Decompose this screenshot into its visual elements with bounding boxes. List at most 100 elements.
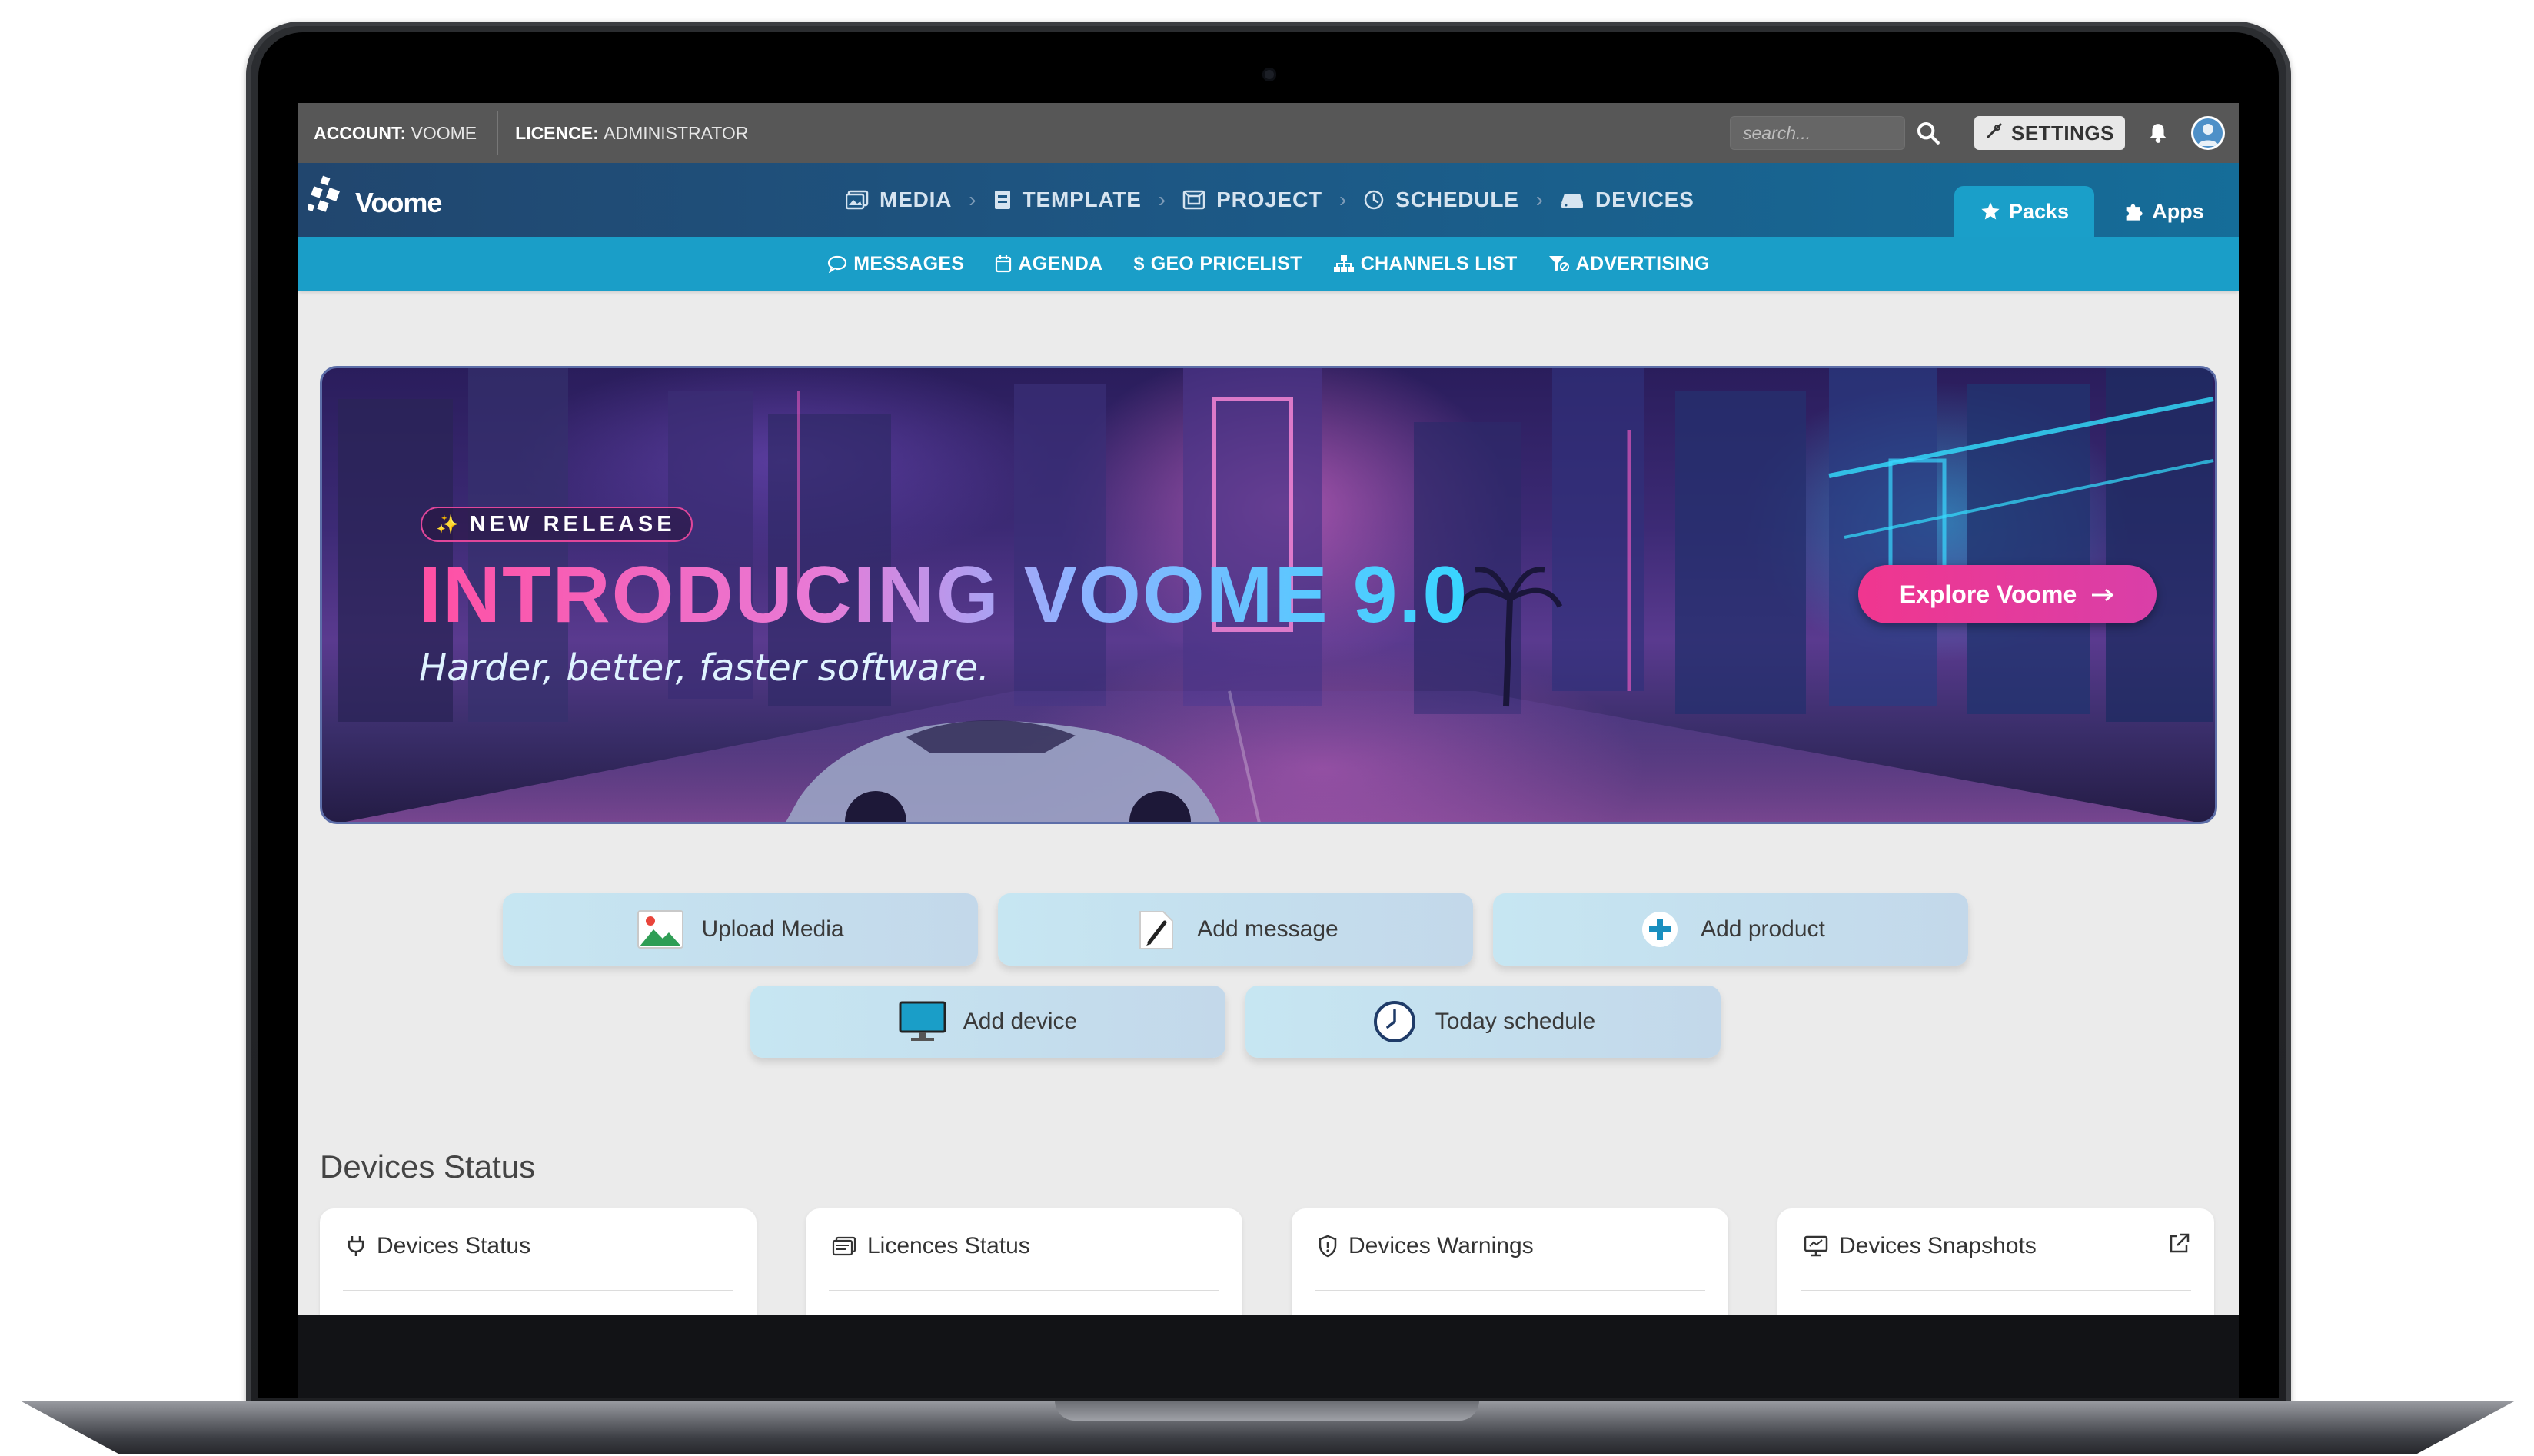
- upload-media-label: Upload Media: [701, 916, 844, 942]
- account-info: ACCOUNT: VOOME: [314, 111, 499, 155]
- licence-info: LICENCE: ADMINISTRATOR: [498, 123, 748, 144]
- licences-status-card: Licences Status: [806, 1208, 1242, 1315]
- tab-apps-label: Apps: [2152, 199, 2204, 223]
- subnav-agenda[interactable]: AGENDA: [995, 253, 1102, 275]
- clock-icon: [1371, 998, 1418, 1045]
- subnav-agenda-label: AGENDA: [1018, 252, 1103, 274]
- nav-devices-label: DEVICES: [1595, 188, 1694, 211]
- subnav-messages-label: MESSAGES: [853, 252, 965, 274]
- chevron-right-icon: ›: [1535, 188, 1544, 211]
- image-icon: [846, 190, 869, 210]
- sitemap-icon: [1333, 255, 1354, 272]
- card-title: Licences Status: [867, 1233, 1030, 1258]
- nav-project[interactable]: PROJECT: [1182, 188, 1322, 212]
- voome-logo-icon: [308, 175, 340, 212]
- settings-label: SETTINGS: [2010, 121, 2114, 145]
- monitor-icon: [899, 998, 946, 1045]
- explore-button-label: Explore Voome: [1899, 580, 2077, 608]
- dollar-icon: $: [1133, 252, 1145, 274]
- hero-title: INTRODUCING VOOME 9.0: [419, 550, 1469, 640]
- bell-icon[interactable]: [2147, 122, 2170, 144]
- clock-icon: [1365, 190, 1384, 210]
- card-title: Devices Snapshots: [1839, 1233, 2037, 1258]
- app-screen: ACCOUNT: VOOME LICENCE: ADMINISTRATOR se…: [298, 103, 2239, 1315]
- device-icon: [1561, 194, 1584, 208]
- tab-packs[interactable]: Packs: [1954, 186, 2094, 237]
- subnav-geo-pricelist-label: GEO PRICELIST: [1150, 252, 1302, 274]
- add-product-button[interactable]: Add product: [1493, 893, 1968, 966]
- add-device-label: Add device: [963, 1009, 1078, 1034]
- subnav-geo-pricelist[interactable]: $ GEO PRICELIST: [1133, 253, 1302, 275]
- puzzle-icon: [2126, 204, 2143, 221]
- explore-voome-button[interactable]: Explore Voome: [1858, 565, 2157, 623]
- monitor-icon: [1804, 1235, 1828, 1257]
- devices-warnings-card: Devices Warnings: [1292, 1208, 1728, 1315]
- shield-icon: [1319, 1235, 1337, 1258]
- devices-status-heading: Devices Status: [320, 1149, 536, 1185]
- project-icon: [1182, 190, 1205, 210]
- subnav-channels-list[interactable]: CHANNELS LIST: [1333, 253, 1518, 275]
- chevron-right-icon: ›: [969, 188, 976, 211]
- tab-packs-label: Packs: [2008, 199, 2070, 223]
- plug-icon: [348, 1236, 364, 1256]
- nav-media[interactable]: MEDIA: [846, 188, 952, 212]
- subnav-advertising[interactable]: ADVERTISING: [1548, 253, 1710, 275]
- sparkles-icon: ✨: [436, 514, 459, 535]
- search-icon[interactable]: [1905, 116, 1951, 150]
- chevron-right-icon: ›: [1158, 188, 1166, 211]
- add-product-label: Add product: [1701, 916, 1825, 942]
- nav-template[interactable]: TEMPLATE: [993, 188, 1142, 212]
- today-schedule-button[interactable]: Today schedule: [1245, 986, 1721, 1058]
- star-icon: [1981, 202, 2000, 220]
- badge-label: NEW RELEASE: [469, 511, 676, 537]
- today-schedule-label: Today schedule: [1435, 1009, 1596, 1034]
- pencil-icon: [1132, 906, 1180, 953]
- arrow-right-icon: [2090, 580, 2115, 609]
- upload-media-button[interactable]: Upload Media: [503, 893, 978, 966]
- card-title: Devices Status: [377, 1233, 531, 1258]
- card-title: Devices Warnings: [1348, 1233, 1534, 1258]
- search-input[interactable]: search...: [1729, 116, 1905, 150]
- account-value: VOOME: [411, 122, 477, 143]
- search-placeholder: search...: [1742, 122, 1811, 143]
- brand-name: Voome: [355, 187, 442, 218]
- add-message-label: Add message: [1197, 916, 1338, 942]
- licence-label: LICENCE:: [515, 122, 599, 143]
- licence-value: ADMINISTRATOR: [604, 122, 749, 143]
- account-label: ACCOUNT:: [314, 122, 407, 143]
- chat-bubble-icon: [828, 255, 847, 273]
- licence-icon: [832, 1236, 856, 1256]
- laptop-hinge-notch: [1055, 1401, 1479, 1421]
- laptop-bottom-bezel: [298, 1315, 2239, 1398]
- devices-status-card: Devices Status: [320, 1208, 757, 1315]
- devices-snapshots-card: Devices Snapshots: [1777, 1208, 2214, 1315]
- brand-logo[interactable]: Voome: [308, 174, 442, 221]
- tools-icon: [1985, 121, 2004, 145]
- external-link-icon[interactable]: [2167, 1232, 2191, 1260]
- hero-subtitle: Harder, better, faster software.: [419, 647, 990, 690]
- add-device-button[interactable]: Add device: [750, 986, 1225, 1058]
- nav-devices[interactable]: DEVICES: [1560, 188, 1694, 212]
- main-nav: MEDIA › TEMPLATE › PROJECT › SCHEDULE › …: [846, 163, 1694, 237]
- funnel-icon: [1548, 256, 1569, 271]
- main-navbar: Voome MEDIA › TEMPLATE › PROJECT › SCHED…: [298, 163, 2239, 237]
- account-bar: ACCOUNT: VOOME LICENCE: ADMINISTRATOR se…: [298, 103, 2239, 163]
- calendar-icon: [996, 255, 1012, 273]
- landscape-image-icon: [637, 906, 684, 953]
- hero-banner: ✨ NEW RELEASE INTRODUCING VOOME 9.0 Hard…: [320, 366, 2217, 824]
- avatar[interactable]: [2191, 116, 2225, 150]
- subnav-messages[interactable]: MESSAGES: [827, 253, 964, 275]
- sub-navbar: MESSAGES AGENDA $ GEO PRICELIST CHANNELS…: [298, 237, 2239, 291]
- camera-icon: [1262, 68, 1276, 81]
- nav-media-label: MEDIA: [880, 188, 953, 211]
- chevron-right-icon: ›: [1338, 188, 1347, 211]
- new-release-badge: ✨ NEW RELEASE: [421, 507, 693, 542]
- nav-schedule[interactable]: SCHEDULE: [1363, 188, 1518, 212]
- add-message-button[interactable]: Add message: [998, 893, 1473, 966]
- tab-apps[interactable]: Apps: [2110, 186, 2217, 237]
- subnav-channels-list-label: CHANNELS LIST: [1360, 252, 1518, 274]
- template-icon: [994, 191, 1010, 209]
- plus-circle-icon: [1636, 906, 1684, 953]
- nav-template-label: TEMPLATE: [1022, 188, 1142, 211]
- settings-button[interactable]: SETTINGS: [1974, 116, 2125, 150]
